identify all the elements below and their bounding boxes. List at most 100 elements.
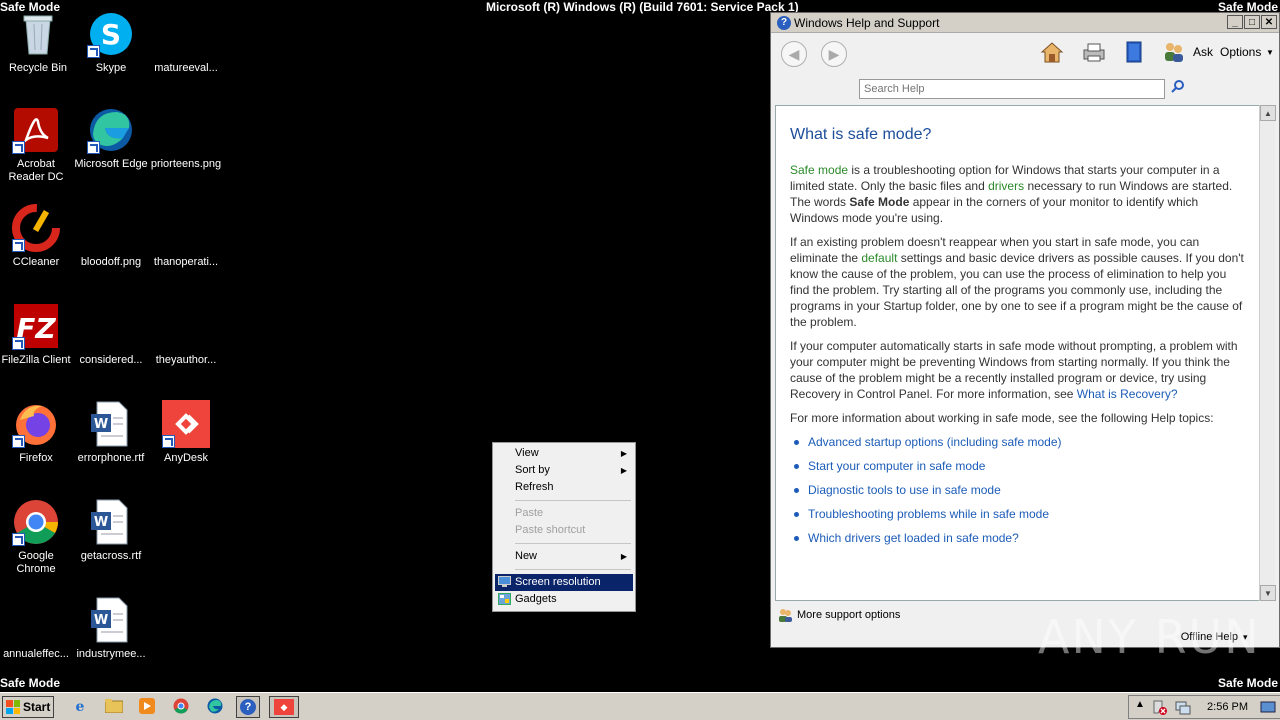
action-center-icon[interactable] [1151, 699, 1167, 718]
desktop-icon-thanoperati[interactable]: thanoperati... [148, 204, 224, 269]
desktop-icon-chrome[interactable]: Google Chrome [0, 498, 74, 576]
desktop-icon-label: CCleaner [12, 256, 60, 268]
safe-mode-link[interactable]: Safe mode [790, 163, 848, 177]
blank-file-icon [162, 302, 210, 350]
default-link[interactable]: default [861, 251, 897, 265]
menu-item-view[interactable]: View ▶ [495, 445, 633, 462]
menu-separator [515, 543, 631, 544]
gadgets-icon [498, 593, 511, 605]
menu-item-label: Refresh [515, 481, 554, 493]
network-icon[interactable] [1175, 699, 1191, 718]
desktop-icon-label: FileZilla Client [1, 354, 71, 366]
desktop-icon-label: Skype [95, 62, 127, 74]
desktop-icon-bloodoff[interactable]: bloodoff.png [73, 204, 149, 269]
firefox-icon [12, 400, 60, 448]
back-button[interactable]: ◀ [781, 41, 807, 67]
taskbar-media-player-button[interactable] [135, 696, 159, 718]
ask-button[interactable] [1161, 39, 1187, 65]
help-window-titlebar[interactable]: ? Windows Help and Support _ □ ✕ [771, 13, 1279, 33]
desktop-icon-acrobat[interactable]: Acrobat Reader DC [0, 106, 74, 184]
help-topic-link[interactable]: Troubleshooting problems while in safe m… [790, 506, 1248, 522]
start-label: Start [23, 700, 51, 714]
scroll-up-arrow-icon[interactable]: ▲ [1260, 105, 1276, 121]
desktop-icon-theyauthor[interactable]: theyauthor... [148, 302, 224, 367]
menu-item-label: Sort by [515, 464, 550, 476]
desktop-icon-firefox[interactable]: Firefox [0, 400, 74, 465]
desktop-icon-edge[interactable]: Microsoft Edge [73, 106, 149, 171]
search-icon[interactable] [1171, 79, 1185, 96]
menu-item-screen-resolution[interactable]: Screen resolution [495, 574, 633, 591]
taskbar-help-button[interactable]: ? [236, 696, 260, 718]
minimize-button[interactable]: _ [1227, 15, 1243, 29]
print-button[interactable] [1081, 39, 1107, 65]
anydesk-icon [162, 400, 210, 448]
taskbar-ie-button[interactable]: e [68, 696, 92, 718]
taskbar-edge-button[interactable] [203, 696, 227, 718]
taskbar-anydesk-button[interactable]: ◆ [269, 696, 299, 718]
browse-help-button[interactable] [1121, 39, 1147, 65]
shortcut-arrow-icon [12, 533, 25, 546]
help-window: ? Windows Help and Support _ □ ✕ ◀ ▶ Ask… [770, 12, 1280, 648]
help-topic-link[interactable]: Advanced startup options (including safe… [790, 434, 1248, 450]
word-doc-icon: W [87, 596, 135, 644]
more-support-options-button[interactable]: More support options [777, 607, 900, 623]
start-button[interactable]: Start [2, 696, 54, 718]
desktop-icon-filezilla[interactable]: FZ FileZilla Client [0, 302, 74, 367]
show-desktop-icon[interactable] [1260, 699, 1276, 718]
taskbar-chrome-button[interactable] [169, 696, 193, 718]
monitor-icon [498, 576, 511, 588]
show-hidden-icons-icon[interactable]: ▲ [1135, 699, 1145, 710]
help-topic-link[interactable]: Diagnostic tools to use in safe mode [790, 482, 1248, 498]
submenu-arrow-icon: ▶ [620, 552, 627, 561]
search-help-input[interactable] [859, 79, 1165, 99]
options-menu[interactable]: Options [1220, 45, 1261, 59]
desktop-icon-label: errorphone.rtf [77, 452, 145, 464]
ask-label[interactable]: Ask [1193, 45, 1213, 59]
chrome-icon [173, 698, 189, 717]
desktop-icon-considered[interactable]: considered... [73, 302, 149, 367]
desktop-icon-matureeval[interactable]: matureeval... [148, 10, 224, 75]
menu-item-label: Paste [515, 507, 544, 519]
menu-item-sort-by[interactable]: Sort by ▶ [495, 462, 633, 479]
desktop-icon-getacross[interactable]: W getacross.rtf [73, 498, 149, 563]
options-dropdown-icon[interactable]: ▼ [1266, 48, 1274, 57]
forward-button[interactable]: ▶ [821, 41, 847, 67]
shortcut-arrow-icon [12, 239, 25, 252]
desktop-icon-skype[interactable]: S Skype [73, 10, 149, 75]
desktop-icon-ccleaner[interactable]: CCleaner [0, 204, 74, 269]
desktop-icon-anydesk[interactable]: AnyDesk [148, 400, 224, 465]
more-support-label: More support options [797, 609, 901, 621]
recycle-bin-icon [14, 10, 62, 58]
menu-item-label: Screen resolution [515, 576, 601, 588]
menu-item-refresh[interactable]: Refresh [495, 479, 633, 496]
help-topic-link[interactable]: Which drivers get loaded in safe mode? [790, 530, 1248, 546]
home-button[interactable] [1039, 39, 1065, 65]
menu-item-new[interactable]: New ▶ [495, 548, 633, 565]
blank-file-icon [87, 302, 135, 350]
maximize-button[interactable]: □ [1244, 15, 1260, 29]
taskbar-explorer-button[interactable] [102, 696, 126, 718]
blank-file-icon [162, 204, 210, 252]
submenu-arrow-icon: ▶ [620, 466, 627, 475]
shortcut-arrow-icon [12, 435, 25, 448]
close-button[interactable]: ✕ [1261, 15, 1277, 29]
desktop-icon-recycle-bin[interactable]: Recycle Bin [0, 10, 76, 75]
clock[interactable]: 2:56 PM [1207, 701, 1248, 713]
scroll-down-arrow-icon[interactable]: ▼ [1260, 585, 1276, 601]
drivers-link[interactable]: drivers [988, 179, 1024, 193]
internet-explorer-icon: e [75, 699, 85, 715]
shortcut-arrow-icon [87, 45, 100, 58]
vertical-scrollbar[interactable]: ▲ ▼ [1259, 105, 1276, 601]
menu-item-gadgets[interactable]: Gadgets [495, 591, 633, 608]
menu-item-label: Gadgets [515, 593, 557, 605]
desktop-icon-errorphone[interactable]: W errorphone.rtf [73, 400, 149, 465]
desktop-icon-industrymee[interactable]: W industrymee... [73, 596, 149, 661]
desktop-icon-label: Google Chrome [16, 550, 56, 575]
desktop-icon-priorteens[interactable]: priorteens.png [148, 106, 224, 171]
safe-mode-label-bottom-left: Safe Mode [0, 676, 61, 690]
ccleaner-icon [12, 204, 60, 252]
word-doc-icon: W [87, 498, 135, 546]
desktop-icon-annualeffec[interactable]: annualeffec... [0, 596, 74, 661]
what-is-recovery-link[interactable]: What is Recovery? [1077, 387, 1178, 401]
help-topic-link[interactable]: Start your computer in safe mode [790, 458, 1248, 474]
